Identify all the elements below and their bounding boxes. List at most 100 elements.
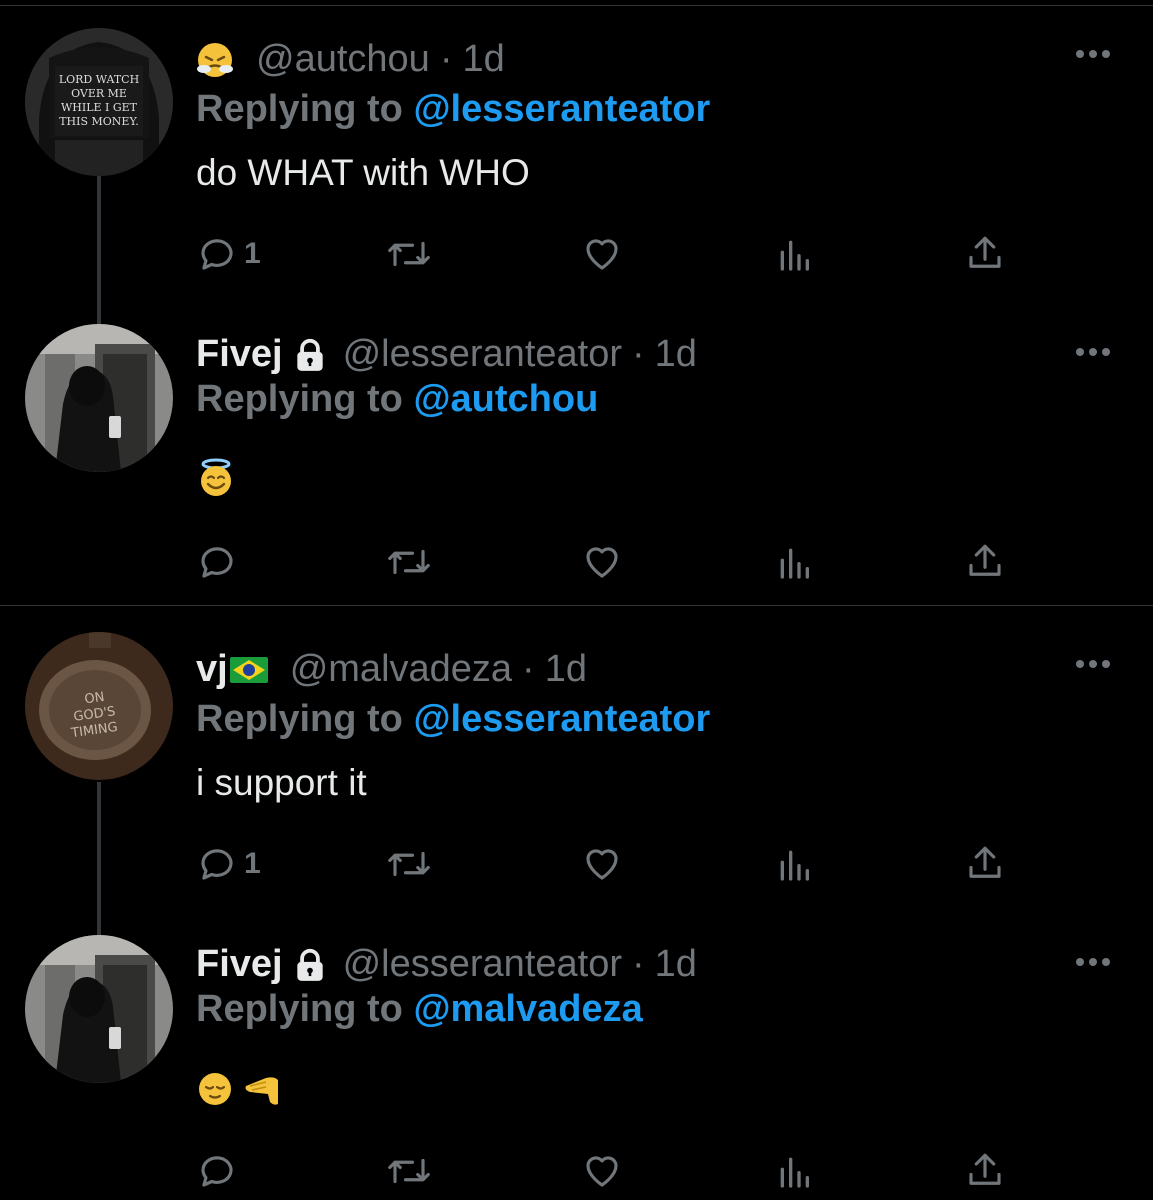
smiling-face-with-halo-emoji [196, 458, 236, 503]
share-button[interactable] [964, 541, 1006, 583]
heart-icon [586, 849, 618, 880]
replying-to-prefix: Replying to [196, 698, 403, 740]
replying-to-mention[interactable]: @lesseranteator [413, 698, 710, 740]
share-icon [969, 1153, 1001, 1185]
replying-to-mention[interactable]: @malvadeza [413, 988, 642, 1030]
analytics-icon [780, 240, 809, 271]
avatar[interactable]: ON GOD'S TIMING [25, 632, 173, 780]
like-button[interactable] [580, 541, 624, 583]
share-button[interactable] [964, 843, 1006, 885]
lock-icon [296, 338, 323, 371]
replying-to-mention[interactable]: @lesseranteator [413, 88, 710, 130]
avatar[interactable] [25, 935, 173, 1083]
retweet-button[interactable] [386, 233, 432, 275]
reply-icon [201, 1156, 233, 1187]
tweet-header: vj @malvadeza · 1d [196, 648, 587, 691]
svg-text:ON: ON [84, 690, 106, 708]
thread-connector [97, 170, 101, 330]
tweet-text: do WHAT with WHO [196, 152, 530, 193]
conversation-divider [0, 605, 1153, 606]
replying-to: Replying to @lesseranteator [196, 88, 710, 131]
views-button[interactable] [774, 843, 814, 885]
timestamp[interactable]: 1d [655, 333, 697, 376]
heart-icon [586, 1156, 618, 1187]
like-button[interactable] [580, 1150, 624, 1192]
share-button[interactable] [964, 1150, 1006, 1192]
display-name[interactable]: Fivej [196, 333, 283, 376]
avatar[interactable] [25, 324, 173, 472]
retweet-icon [388, 851, 430, 877]
more-options-button[interactable] [1074, 345, 1112, 357]
views-button[interactable] [774, 1150, 814, 1192]
replying-to: Replying to @lesseranteator [196, 698, 710, 741]
reply-count: 1 [244, 847, 261, 880]
avatar[interactable]: LORD WATCH OVER ME WHILE I GET THIS MONE… [25, 28, 173, 176]
separator-dot: · [632, 333, 645, 375]
more-options-button[interactable] [1074, 955, 1112, 967]
ellipsis-icon [1076, 50, 1110, 58]
tweet-header: Fivej @lesseranteator · 1d [196, 333, 697, 376]
retweet-button[interactable] [386, 843, 432, 885]
separator-dot: · [522, 648, 535, 690]
saluting-hand-emoji [244, 1068, 288, 1113]
top-divider [0, 5, 1153, 6]
heart-icon [586, 239, 618, 270]
analytics-icon [780, 850, 809, 881]
heart-icon [586, 547, 618, 578]
action-bar [196, 541, 1016, 591]
share-icon [969, 544, 1001, 576]
action-bar: 1 [196, 233, 1016, 283]
reply-button[interactable] [196, 1150, 244, 1192]
analytics-icon [780, 548, 809, 579]
replying-to: Replying to @autchou [196, 378, 598, 421]
views-button[interactable] [774, 233, 814, 275]
ellipsis-icon [1076, 660, 1110, 668]
share-button[interactable] [964, 233, 1006, 275]
replying-to: Replying to @malvadeza [196, 988, 643, 1031]
retweet-icon [388, 1158, 430, 1184]
svg-text:LORD WATCH: LORD WATCH [59, 73, 139, 86]
watch-on-gods-timing-avatar-image: ON GOD'S TIMING [25, 632, 173, 780]
hooded-figure-avatar-image [25, 324, 173, 472]
timestamp[interactable]: 1d [655, 943, 697, 986]
timestamp[interactable]: 1d [462, 38, 504, 81]
more-options-button[interactable] [1074, 657, 1112, 669]
author-handle[interactable]: @lesseranteator [343, 333, 622, 376]
reply-button[interactable] [196, 541, 244, 583]
author-handle[interactable]: @autchou [256, 38, 430, 81]
timestamp[interactable]: 1d [545, 648, 587, 691]
thread-connector [97, 782, 101, 942]
like-button[interactable] [580, 233, 624, 275]
separator-dot: · [632, 943, 645, 985]
replying-to-prefix: Replying to [196, 988, 403, 1030]
retweet-button[interactable] [386, 541, 432, 583]
svg-text:OVER ME: OVER ME [71, 87, 127, 100]
author-handle[interactable]: @malvadeza [290, 648, 512, 691]
display-name[interactable]: vj [196, 648, 228, 691]
reply-button[interactable]: 1 [196, 233, 261, 275]
svg-text:THIS MONEY.: THIS MONEY. [59, 115, 139, 128]
views-button[interactable] [774, 541, 814, 583]
action-bar [196, 1150, 1016, 1200]
tweet-text: i support it [196, 762, 367, 803]
retweet-button[interactable] [386, 1150, 432, 1192]
lock-icon [296, 948, 323, 981]
replying-to-mention[interactable]: @autchou [413, 378, 598, 420]
more-options-button[interactable] [1074, 47, 1112, 59]
retweet-icon [388, 241, 430, 267]
display-name[interactable]: Fivej [196, 943, 283, 986]
like-button[interactable] [580, 843, 624, 885]
replying-to-prefix: Replying to [196, 88, 403, 130]
reply-count: 1 [244, 237, 261, 270]
face-with-steam-emoji [196, 41, 234, 79]
hooded-figure-avatar-image [25, 935, 173, 1083]
reply-button[interactable]: 1 [196, 843, 261, 885]
share-icon [969, 846, 1001, 878]
svg-text:WHILE I GET: WHILE I GET [61, 101, 138, 114]
tweet-header: Fivej @lesseranteator · 1d [196, 943, 697, 986]
action-bar: 1 [196, 843, 1016, 893]
brazil-flag-emoji [229, 656, 268, 683]
relieved-face-emoji [196, 1070, 234, 1113]
reply-icon [201, 239, 233, 270]
author-handle[interactable]: @lesseranteator [343, 943, 622, 986]
